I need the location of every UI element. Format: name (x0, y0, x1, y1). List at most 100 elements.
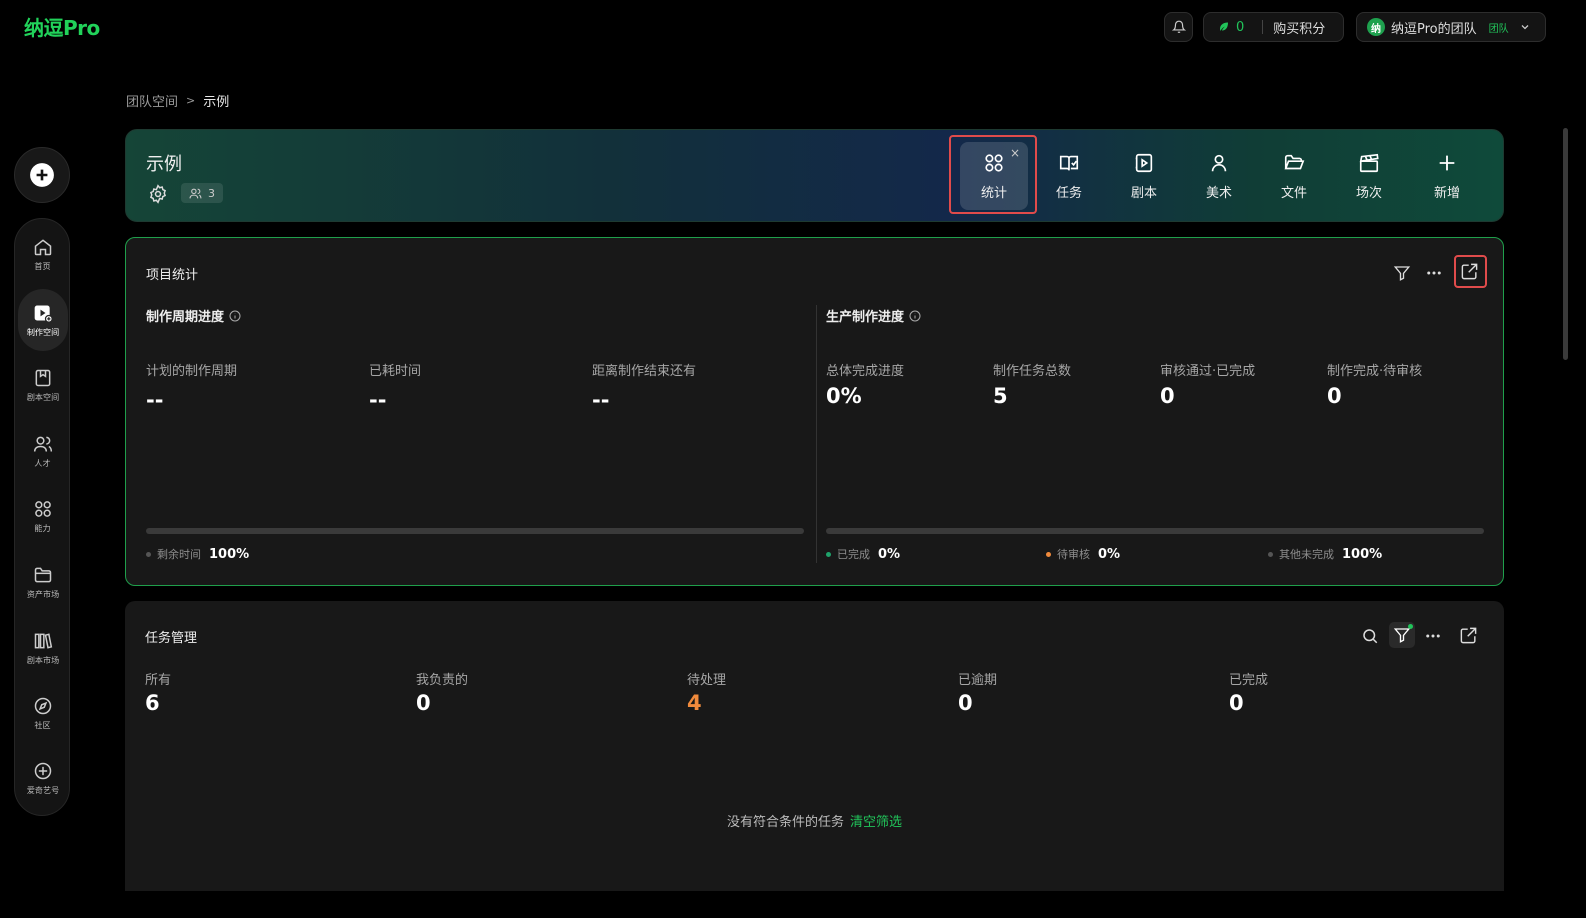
scrollbar-thumb[interactable] (1563, 128, 1568, 360)
legend-label: 剩余时间 (157, 548, 201, 561)
legend-value: 100% (209, 546, 250, 562)
app-logo[interactable]: 纳逗Pro (24, 12, 100, 41)
member-count-button[interactable]: 3 (181, 183, 223, 203)
tab-files[interactable]: 文件 (1260, 142, 1328, 210)
open-external-button[interactable] (1459, 626, 1478, 645)
info-icon[interactable] (909, 310, 921, 322)
sidebar: 首页 制作空间 剧本空间 人才 能力 资产市场 剧本市场 社区 爱奇艺号 (14, 218, 70, 816)
tab-art[interactable]: 美术 (1185, 142, 1253, 210)
metric-label: 已耗时间 (369, 364, 422, 379)
legend-dot (1046, 551, 1051, 557)
highlight-frame (1454, 255, 1487, 288)
leaf-icon (1220, 22, 1228, 31)
metric-value: 0 (1327, 384, 1342, 408)
plus-circle-icon (30, 163, 54, 187)
compass-icon (34, 697, 52, 714)
section-title-production: 生产制作进度 (826, 306, 921, 325)
sidebar-item-script-market[interactable]: 剧本市场 (15, 617, 71, 679)
sidebar-item-asset-market[interactable]: 资产市场 (15, 551, 71, 613)
filter-button[interactable] (1393, 264, 1411, 282)
task-filter-overdue[interactable]: 已逾期 (958, 669, 997, 688)
tab-label: 任务 (1055, 185, 1082, 201)
sidebar-item-label: 资产市场 (26, 589, 60, 600)
tab-add[interactable]: 新增 (1413, 142, 1481, 210)
legend-remaining: 剩余时间 100% (146, 546, 249, 562)
clear-filter-link[interactable]: 清空筛选 (850, 815, 902, 830)
task-filter-all[interactable]: 所有 (145, 669, 171, 688)
bell-icon (1171, 20, 1186, 33)
task-management-card: 任务管理 所有 6 我负责的 0 待处理 4 已逾期 0 已完成 0 没有符合条… (125, 601, 1504, 891)
create-button[interactable] (14, 147, 70, 203)
sidebar-item-label: 社区 (34, 720, 52, 731)
points-widget[interactable]: 0 购买积分 (1203, 12, 1344, 42)
breadcrumb-parent[interactable]: 团队空间 (126, 91, 178, 110)
task-filter-mine[interactable]: 我负责的 (416, 669, 468, 688)
task-count: 0 (958, 691, 973, 715)
metric-value: 0 (1160, 384, 1175, 408)
metric-label: 计划的制作周期 (146, 364, 238, 379)
project-header: 示例 3 统计 任务 剧本 美术 文件 场次 新增 (125, 129, 1504, 222)
team-name: 纳逗Pro的团队 (1391, 21, 1477, 37)
metric-value: -- (592, 388, 610, 412)
section-title-cycle: 制作周期进度 (146, 306, 241, 325)
filter-icon (1393, 266, 1411, 281)
sidebar-item-community[interactable]: 社区 (15, 682, 71, 744)
info-icon[interactable] (229, 310, 241, 322)
home-icon (34, 238, 52, 255)
tab-script[interactable]: 剧本 (1110, 142, 1178, 210)
legend-value: 0% (1098, 546, 1121, 562)
section-divider (816, 305, 817, 563)
task-filter-pending[interactable]: 待处理 (687, 669, 726, 688)
sidebar-item-label: 剧本空间 (26, 392, 60, 403)
sidebar-item-script-space[interactable]: 剧本空间 (15, 354, 71, 416)
project-settings-button[interactable] (148, 184, 168, 204)
legend-label: 已完成 (837, 548, 870, 561)
tab-scenes[interactable]: 场次 (1335, 142, 1403, 210)
metric-value: -- (146, 388, 164, 412)
legend-value: 0% (878, 546, 901, 562)
more-button[interactable] (1424, 627, 1442, 645)
sidebar-item-capability[interactable]: 能力 (15, 485, 71, 547)
sidebar-item-home[interactable]: 首页 (15, 223, 71, 285)
sidebar-item-talent[interactable]: 人才 (15, 420, 71, 482)
sidebar-item-label: 爱奇艺号 (26, 785, 60, 796)
points-value: 0 (1236, 19, 1245, 35)
task-filter-completed[interactable]: 已完成 (1229, 669, 1268, 688)
sidebar-item-label: 制作空间 (26, 327, 60, 338)
metric-value: 5 (993, 384, 1008, 408)
legend-completed: 已完成 0% (826, 546, 900, 562)
search-button[interactable] (1361, 627, 1379, 645)
chevron-down-icon (1521, 25, 1529, 30)
tab-label: 文件 (1280, 185, 1307, 201)
sidebar-item-label: 剧本市场 (26, 655, 60, 666)
buy-points-button[interactable]: 购买积分 (1273, 18, 1325, 37)
tab-close-button[interactable]: × (1010, 146, 1020, 160)
more-icon (1426, 634, 1440, 638)
people-icon (189, 188, 202, 198)
sidebar-item-iqiyi-account[interactable]: 爱奇艺号 (15, 747, 71, 809)
legend-dot (146, 551, 151, 557)
legend-other-incomplete: 其他未完成 100% (1268, 546, 1382, 562)
search-icon (1363, 629, 1378, 644)
metric-label: 总体完成进度 (826, 364, 905, 379)
book-check-icon (1059, 155, 1079, 170)
points-divider (1262, 20, 1264, 34)
sidebar-item-label: 能力 (34, 523, 52, 534)
person-icon (1211, 154, 1227, 171)
grid-icon (35, 500, 51, 517)
project-title: 示例 (146, 154, 182, 175)
empty-state-text: 没有符合条件的任务 (726, 815, 844, 830)
metric-label: 距离制作结束还有 (592, 364, 697, 379)
tab-label: 美术 (1205, 185, 1232, 201)
legend-label: 其他未完成 (1279, 548, 1334, 561)
team-badge: 团队 (1488, 23, 1509, 35)
tab-tasks[interactable]: 任务 (1035, 142, 1103, 210)
member-count: 3 (208, 186, 215, 200)
team-switcher[interactable]: 纳 纳逗Pro的团队 团队 (1356, 12, 1546, 42)
more-button[interactable] (1425, 264, 1443, 282)
legend-pending-review: 待审核 0% (1046, 546, 1120, 562)
metric-value: 0% (826, 384, 862, 408)
notification-button[interactable] (1164, 12, 1193, 42)
sidebar-item-studio[interactable]: 制作空间 (18, 289, 68, 351)
plus-icon (1439, 155, 1455, 170)
